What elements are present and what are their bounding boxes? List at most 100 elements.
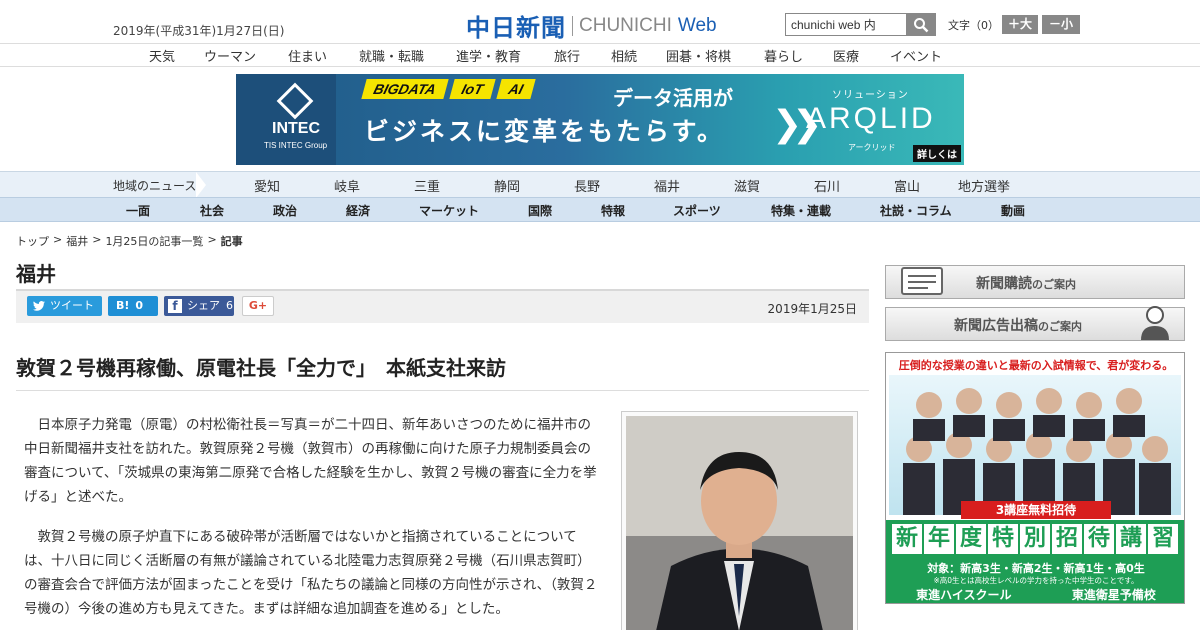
font-size-label: 文字（0） — [948, 19, 999, 32]
person-icon — [1141, 306, 1169, 340]
article-paragraph: 日本原子力発電（原電）の村松衛社長＝写真＝が二十四日、新年あいさつのために福井市… — [24, 417, 597, 505]
ad-headline-char: 新 — [892, 524, 922, 554]
category-nav-item[interactable]: ウーマン — [204, 46, 256, 65]
sidebar-ad-green-panel: 新 年 度 特 別 招 待 講 習 対象：新高3生・新高2生・新高1生・高0生 … — [886, 520, 1184, 603]
banner-ad[interactable]: INTEC TIS INTEC Group BIGDATA IoT AI データ… — [236, 74, 964, 165]
region-nav-item[interactable]: 富山 — [894, 176, 920, 195]
ad-headline-char: 習 — [1148, 524, 1178, 554]
facebook-share-label: シェア — [187, 299, 220, 312]
breadcrumb-separator: > — [53, 233, 63, 246]
breadcrumb-current: 記事 — [220, 235, 243, 248]
newspaper-icon — [901, 267, 943, 295]
banner-solution-label: ソリューション — [832, 90, 909, 101]
banner-more-link[interactable]: 詳しくは — [913, 145, 961, 162]
section-nav-item[interactable]: 一面 — [126, 202, 150, 219]
category-nav-item[interactable]: 暮らし — [764, 46, 803, 65]
google-plus-button[interactable]: G+ — [242, 296, 274, 316]
portrait-illustration — [626, 416, 853, 630]
sidebar-ad-note: ※高0生とは高校生レベルの学力を持った中学生のことです。 — [933, 576, 1139, 585]
category-nav: 天気 ウーマン 住まい 就職・転職 進学・教育 旅行 相続 囲碁・将棋 暮らし … — [0, 43, 1200, 67]
category-nav-item[interactable]: 医療 — [833, 46, 859, 65]
section-nav-item[interactable]: スポーツ — [673, 202, 721, 219]
section-nav: 一面 社会 政治 経済 マーケット 国際 特報 スポーツ 特集・連載 社説・コラ… — [0, 197, 1200, 222]
twitter-icon — [33, 301, 45, 311]
ad-headline-char: 待 — [1084, 524, 1114, 554]
logo-english: CHUNICHI — [579, 14, 672, 36]
hatena-icon: B! — [116, 299, 130, 312]
section-nav-item[interactable]: マーケット — [419, 202, 479, 219]
region-nav-item[interactable]: 岐阜 — [334, 176, 360, 195]
sidebar-ad-tagline: 圧倒的な授業の違いと最新の入試情報で、君が変わる。 — [898, 359, 1174, 372]
hatena-count: 0 — [135, 299, 144, 312]
category-nav-item[interactable]: 進学・教育 — [456, 46, 521, 65]
category-nav-item[interactable]: 天気 — [149, 46, 175, 65]
facebook-share-count: 6 — [226, 299, 233, 312]
breadcrumb-link[interactable]: 1月25日の記事一覧 — [105, 233, 203, 249]
advertise-button[interactable]: 新聞広告出稿のご案内 — [885, 306, 1185, 341]
region-nav-item[interactable]: 長野 — [574, 176, 600, 195]
section-nav-item[interactable]: 国際 — [528, 202, 552, 219]
sidebar-ad-photo — [889, 375, 1181, 515]
section-nav-item[interactable]: 動画 — [1001, 202, 1025, 219]
region-nav-item[interactable]: 石川 — [814, 176, 840, 195]
breadcrumb-link[interactable]: 福井 — [66, 233, 88, 249]
ad-headline-char: 年 — [924, 524, 954, 554]
photo-image — [626, 416, 853, 630]
region-nav-item[interactable]: 滋賀 — [734, 176, 760, 195]
category-nav-item[interactable]: 旅行 — [554, 46, 580, 65]
category-nav-item[interactable]: イベント — [890, 46, 942, 65]
site-logo[interactable]: 中日新聞 CHUNICHI Web — [466, 8, 717, 43]
hatena-bookmark-button[interactable]: B! 0 — [108, 296, 158, 316]
banner-company: INTEC — [272, 120, 320, 137]
banner-headline-2: ビジネスに変革をもたらす。 — [364, 117, 726, 146]
section-nav-item[interactable]: 政治 — [273, 202, 297, 219]
article-date: 2019年1月25日 — [767, 302, 857, 316]
article-body: 日本原子力発電（原電）の村松衛社長＝写真＝が二十四日、新年あいさつのために福井市… — [24, 413, 600, 630]
region-nav-label: 地域のニュース — [113, 179, 197, 193]
banner-tag: AI — [496, 79, 536, 99]
banner-product: ARQLID — [806, 102, 936, 135]
banner-tag: BIGDATA — [361, 79, 449, 99]
facebook-icon: f — [168, 299, 182, 313]
search-input[interactable] — [786, 14, 906, 35]
region-nav-item[interactable]: 愛知 — [254, 176, 280, 195]
headline-divider — [16, 390, 869, 391]
subscribe-label: 新聞購読のご案内 — [976, 276, 1076, 292]
logo-divider — [572, 15, 573, 36]
section-nav-item[interactable]: 特報 — [601, 202, 625, 219]
category-nav-item[interactable]: 就職・転職 — [359, 46, 424, 65]
banner-headline-1: データ活用が — [613, 86, 733, 110]
subscribe-button[interactable]: 新聞購読のご案内 — [885, 265, 1185, 299]
font-smaller-button[interactable]: －小 — [1042, 15, 1080, 34]
category-nav-item[interactable]: 住まい — [288, 46, 327, 65]
teachers-illustration — [903, 388, 1171, 515]
breadcrumb: トップ > 福井 > 1月25日の記事一覧 > 記事 — [16, 233, 243, 249]
region-nav-item[interactable]: 三重 — [414, 176, 440, 195]
ad-headline-char: 特 — [988, 524, 1018, 554]
font-larger-button[interactable]: ＋大 — [1002, 15, 1038, 34]
ad-headline-char: 別 — [1020, 524, 1050, 554]
current-date: 2019年(平成31年)1月27日(日) — [113, 24, 285, 38]
sidebar-ad-headline: 新 年 度 特 別 招 待 講 習 — [892, 524, 1178, 554]
section-nav-item[interactable]: 社説・コラム — [880, 202, 952, 219]
region-nav-item[interactable]: 地方選挙 — [958, 176, 1010, 195]
tweet-button[interactable]: ツイート — [27, 296, 102, 316]
facebook-share-button[interactable]: f シェア 6 — [164, 296, 234, 316]
sidebar-ad-free-badge: 3講座無料招待 — [961, 501, 1111, 519]
section-nav-item[interactable]: 経済 — [346, 202, 370, 219]
site-header: 2019年(平成31年)1月27日(日) 中日新聞 CHUNICHI Web 文… — [0, 0, 1200, 43]
section-nav-item[interactable]: 社会 — [200, 202, 224, 219]
sidebar-ad[interactable]: 圧倒的な授業の違いと最新の入試情報で、君が変わる。 3講座無料招待 新 年 度 … — [885, 352, 1185, 604]
category-nav-item[interactable]: 相続 — [611, 46, 637, 65]
region-nav-item[interactable]: 静岡 — [494, 176, 520, 195]
region-nav-item[interactable]: 福井 — [654, 176, 680, 195]
search-button[interactable] — [906, 14, 935, 35]
section-nav-item[interactable]: 特集・連載 — [771, 202, 831, 219]
breadcrumb-separator: > — [92, 233, 102, 246]
category-nav-item[interactable]: 囲碁・将棋 — [666, 46, 731, 65]
banner-tags: BIGDATA IoT AI — [361, 79, 539, 99]
ad-headline-char: 招 — [1052, 524, 1082, 554]
article-photo[interactable] — [621, 411, 858, 630]
ad-headline-char: 講 — [1116, 524, 1146, 554]
breadcrumb-link[interactable]: トップ — [16, 233, 49, 249]
